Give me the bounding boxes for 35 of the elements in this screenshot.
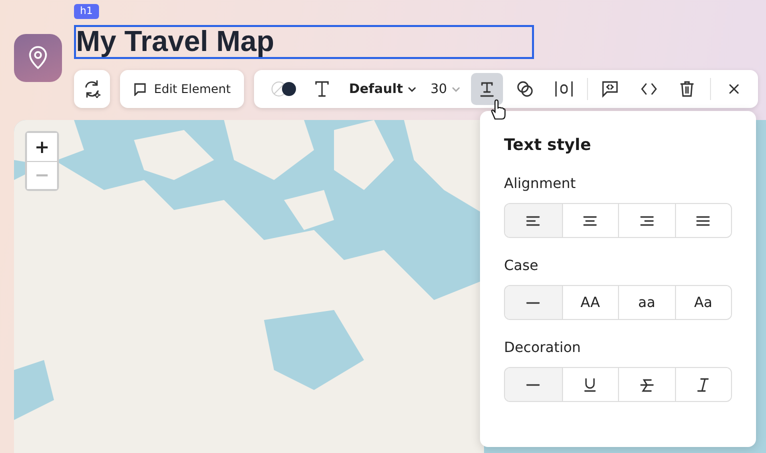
trash-icon <box>680 81 694 97</box>
strikethrough-icon <box>640 378 654 392</box>
dash-icon <box>526 300 540 304</box>
text-style-icon <box>478 81 495 97</box>
italic-icon <box>697 378 710 392</box>
chevron-down-icon <box>452 86 460 92</box>
regenerate-button[interactable] <box>74 70 110 108</box>
font-dropdown[interactable]: Default <box>344 82 420 96</box>
underline-icon <box>583 378 598 392</box>
spacing-icon <box>554 81 573 97</box>
refresh-sparkle-icon <box>83 80 101 98</box>
group-label: Decoration <box>504 340 582 356</box>
text-style-button[interactable] <box>470 73 503 105</box>
style-option[interactable] <box>674 204 731 237</box>
group-label: Case <box>504 258 540 274</box>
edit-element-button[interactable]: Edit Element <box>120 70 244 108</box>
color-swatch-icon <box>270 81 298 97</box>
chevron-down-icon <box>408 86 416 92</box>
style-option[interactable]: Aa <box>674 286 731 319</box>
circles-icon <box>516 80 534 98</box>
font-size-dropdown[interactable]: 30 <box>426 82 464 96</box>
align-center-icon <box>583 216 598 226</box>
element-tag-badge: h1 <box>74 4 99 19</box>
group-label: Alignment <box>504 176 577 192</box>
page-title[interactable]: My Travel Map <box>74 25 534 59</box>
dash-icon <box>526 382 540 386</box>
comment-icon <box>133 82 147 96</box>
popover-title: Text style <box>504 135 592 154</box>
code-icon <box>640 83 657 95</box>
align-left-icon <box>526 216 540 226</box>
code-comment-icon <box>601 80 620 98</box>
align-right-icon <box>640 216 654 226</box>
app-icon <box>14 34 62 82</box>
close-icon <box>728 84 739 94</box>
align-justify-icon <box>696 216 710 226</box>
